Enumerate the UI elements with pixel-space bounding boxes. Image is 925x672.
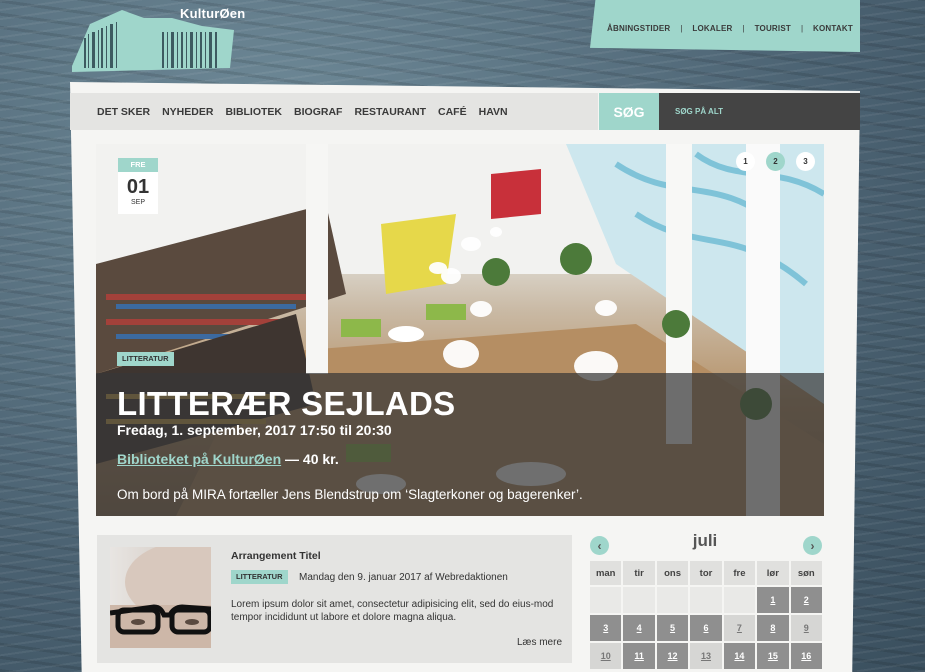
calendar-day[interactable]: 16 (790, 643, 822, 669)
weekday-header: søn (790, 561, 822, 585)
nav-nyheder[interactable]: NYHEDER (162, 106, 213, 118)
chevron-right-icon: › (810, 538, 815, 553)
venue-link[interactable]: Biblioteket på KulturØen (117, 451, 281, 467)
date-month: SEP (130, 199, 145, 206)
calendar-next-button[interactable]: › (803, 536, 822, 555)
search-button[interactable]: SØG (599, 93, 659, 130)
calendar-day-empty (656, 587, 689, 613)
nav-aabningstider[interactable]: ÅBNINGSTIDER (607, 24, 670, 33)
slide-dot-3[interactable]: 3 (796, 152, 815, 171)
article-thumbnail[interactable] (110, 547, 211, 648)
calendar-day[interactable]: 2 (790, 587, 822, 613)
calendar-day-empty (690, 587, 722, 613)
chevron-left-icon: ‹ (597, 538, 602, 553)
calendar-day[interactable]: 3 (590, 615, 622, 641)
nav-separator: | (800, 23, 804, 33)
calendar-day[interactable]: 9 (790, 615, 822, 641)
article-meta: Mandag den 9. januar 2017 af Webredaktio… (299, 572, 508, 583)
weekday-header: lør (757, 561, 789, 585)
nav-biograf[interactable]: BIOGRAF (294, 106, 342, 118)
article-category-tag[interactable]: LITTERATUR (231, 570, 288, 584)
slide-dot-2[interactable]: 2 (766, 152, 785, 171)
search-input[interactable]: SØG PÅ ALT (659, 93, 860, 130)
hero-title[interactable]: LITTERÆR SEJLADS (117, 384, 456, 424)
nav-lokaler[interactable]: LOKALER (692, 24, 732, 33)
nav-restaurant[interactable]: RESTAURANT (354, 106, 426, 118)
calendar-day[interactable]: 1 (757, 587, 789, 613)
portrait-image (110, 547, 211, 648)
hero-venue-line: Biblioteket på KulturØen — 40 kr. (117, 451, 339, 467)
nav-havn[interactable]: HAVN (479, 106, 508, 118)
calendar-month: juli (692, 531, 718, 550)
article-excerpt: Lorem ipsum dolor sit amet, consectetur … (231, 599, 554, 623)
logo[interactable]: KulturØen (72, 4, 245, 72)
calendar-day-empty (590, 587, 622, 613)
main-nav: DET SKER NYHEDER BIBLIOTEK BIOGRAF RESTA… (70, 93, 598, 130)
nav-cafe[interactable]: CAFÉ (438, 106, 467, 118)
calendar-day-empty (623, 587, 655, 613)
weekday-header: man (590, 561, 622, 585)
calendar-day[interactable]: 7 (723, 615, 756, 641)
slider-pagination: 1 2 3 (736, 152, 815, 171)
nav-det-sker[interactable]: DET SKER (97, 106, 150, 118)
calendar-day[interactable]: 4 (623, 615, 655, 641)
date-number: 01 (126, 176, 150, 198)
calendar-day[interactable]: 8 (757, 615, 789, 641)
event-date-badge: FRE 01 SEP (118, 158, 158, 214)
hero-price: — 40 kr. (281, 451, 339, 467)
calendar-day[interactable]: 14 (723, 643, 756, 669)
slide-dot-1[interactable]: 1 (736, 152, 755, 171)
calendar-grid: man tir ons tor fre lør søn 1 2 3 4 5 6 … (590, 561, 822, 669)
calendar-day[interactable]: 15 (757, 643, 789, 669)
hero-category-tag[interactable]: LITTERATUR (117, 352, 174, 366)
article-title[interactable]: Arrangement Titel (231, 550, 321, 562)
utility-nav: ÅBNINGSTIDER | LOKALER | TOURIST | KONTA… (590, 0, 860, 52)
weekday-header: fre (723, 561, 756, 585)
calendar-day[interactable]: 11 (623, 643, 655, 669)
date-day: FRE (118, 158, 158, 172)
weekday-header: tir (623, 561, 655, 585)
weekday-header: ons (656, 561, 689, 585)
calendar-day[interactable]: 10 (590, 643, 622, 669)
nav-bibliotek[interactable]: BIBLIOTEK (225, 106, 282, 118)
hero-datetime: Fredag, 1. september, 2017 17:50 til 20:… (117, 422, 392, 438)
calendar-day[interactable]: 5 (656, 615, 689, 641)
read-more-link[interactable]: Læs mere (517, 637, 562, 648)
hero-description: Om bord på MIRA fortæller Jens Blendstru… (117, 487, 583, 502)
calendar-day[interactable]: 12 (656, 643, 689, 669)
calendar-day[interactable]: 13 (690, 643, 722, 669)
calendar-day[interactable]: 6 (690, 615, 722, 641)
calendar-day-empty (723, 587, 756, 613)
nav-separator: | (742, 23, 745, 33)
nav-kontakt[interactable]: KONTAKT (813, 24, 853, 33)
logo-text: KulturØen (180, 6, 246, 21)
weekday-header: tor (690, 561, 722, 585)
nav-separator: | (680, 23, 683, 33)
calendar-prev-button[interactable]: ‹ (590, 536, 609, 555)
nav-tourist[interactable]: TOURIST (755, 24, 791, 33)
